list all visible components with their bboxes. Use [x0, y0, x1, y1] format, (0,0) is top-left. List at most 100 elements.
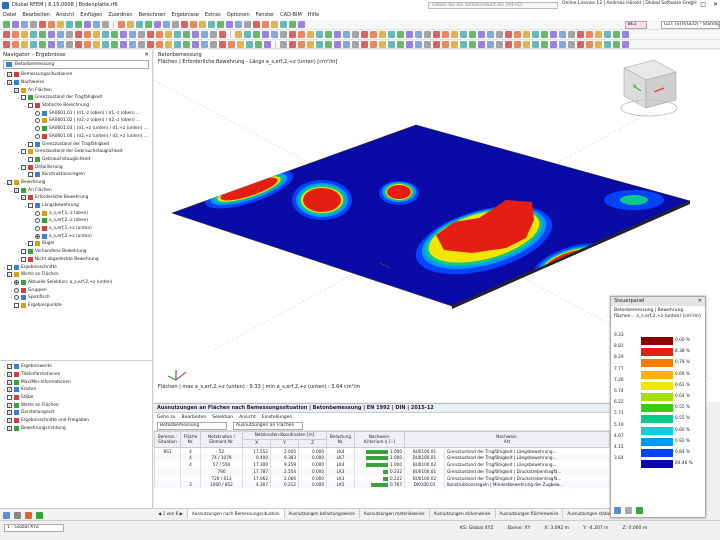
nav-tree-item[interactable]: › Grenzzustand der Tragfähigkeit: [0, 140, 153, 148]
toolbar-button-icon[interactable]: [406, 40, 413, 48]
display-option-checkbox[interactable]: [7, 395, 12, 401]
toolbar-button-icon[interactable]: [541, 31, 548, 38]
toolbar-button-icon[interactable]: [255, 40, 262, 48]
toolbar-button-icon[interactable]: [559, 31, 566, 38]
display-option-item[interactable]: › ✓ Knoten: [0, 386, 153, 394]
toolbar-button-icon[interactable]: [201, 31, 208, 38]
toolbar-button-icon[interactable]: [460, 31, 467, 38]
toolbar-button-icon[interactable]: [111, 31, 118, 38]
toolbar-button-icon[interactable]: [117, 21, 125, 28]
toolbar-button-icon[interactable]: [234, 21, 242, 28]
toolbar-button-icon[interactable]: [514, 31, 521, 38]
close-icon[interactable]: ✕: [713, 1, 718, 8]
navigator-close-icon[interactable]: ✕: [144, 52, 149, 58]
toolbar-button-icon[interactable]: [577, 31, 584, 38]
results-type-combo[interactable]: Ausnutzungen an Flächen: [233, 421, 303, 430]
toolbar-button-icon[interactable]: [505, 31, 512, 38]
nav-tree-item[interactable]: ⌄ ✓ Werte an Flächen: [0, 271, 153, 279]
nav-checkbox[interactable]: [21, 95, 26, 101]
toolbar-button-icon[interactable]: [30, 31, 37, 38]
toolbar-button-icon[interactable]: [307, 31, 314, 38]
nav-radio[interactable]: [14, 279, 19, 285]
toolbar-button-icon[interactable]: [280, 31, 287, 38]
toolbar-button-icon[interactable]: [219, 31, 226, 38]
nav-checkbox[interactable]: [21, 256, 26, 262]
results-tab-icon[interactable]: [36, 512, 43, 519]
toolbar-button-icon[interactable]: [48, 21, 55, 28]
toolbar-button-icon[interactable]: [66, 31, 73, 38]
toolbar-button-icon[interactable]: [604, 31, 611, 38]
toolbar-button-icon[interactable]: [442, 31, 449, 38]
toolbar-button-icon[interactable]: [57, 40, 64, 48]
toolbar-button-icon[interactable]: [84, 40, 91, 48]
menu-ergebnisse[interactable]: Ergebnisse: [171, 12, 198, 18]
nav-radio[interactable]: [35, 226, 40, 232]
toolbar-button-icon[interactable]: [144, 21, 152, 28]
nav-tree-item[interactable]: › Gebrauchstauglichkeit: [0, 156, 153, 164]
nav-checkbox[interactable]: [21, 149, 26, 155]
nav-tree-item[interactable]: › Vorhandene Bewehrung: [0, 248, 153, 256]
toolbar-button-icon[interactable]: [568, 31, 575, 38]
toolbar-button-icon[interactable]: [183, 40, 190, 48]
toolbar-button-icon[interactable]: [622, 31, 629, 38]
toolbar-button-icon[interactable]: [261, 21, 269, 28]
toolbar-button-icon[interactable]: [210, 40, 217, 48]
toolbar-button-icon[interactable]: [271, 31, 278, 38]
toolbar-button-icon[interactable]: [469, 31, 476, 38]
nav-tree-item[interactable]: › Nicht abgedeckte Bewehrung: [0, 256, 153, 264]
toolbar-button-icon[interactable]: [577, 40, 584, 48]
toolbar-button-icon[interactable]: [129, 40, 136, 48]
nav-tree-item[interactable]: ⌄ Detaillierung: [0, 163, 153, 171]
toolbar-button-icon[interactable]: [165, 40, 172, 48]
toolbar-button-icon[interactable]: [216, 21, 224, 28]
toolbar-button-icon[interactable]: [280, 40, 287, 48]
toolbar-button-icon[interactable]: [496, 31, 503, 38]
toolbar-button-icon[interactable]: [174, 40, 181, 48]
toolbar-button-icon[interactable]: [352, 40, 359, 48]
data-tab-icon[interactable]: [3, 512, 10, 519]
nav-checkbox[interactable]: [14, 302, 19, 308]
toolbar-button-icon[interactable]: [415, 31, 422, 38]
toolbar-button-icon[interactable]: [30, 21, 37, 28]
toolbar-button-icon[interactable]: [120, 40, 127, 48]
nav-radio[interactable]: [35, 218, 40, 224]
toolbar-button-icon[interactable]: [604, 40, 611, 48]
toolbar-button-icon[interactable]: [3, 21, 10, 28]
nav-radio[interactable]: [14, 287, 19, 293]
toolbar-button-icon[interactable]: [460, 40, 467, 48]
toolbar-button-icon[interactable]: [505, 40, 512, 48]
nav-checkbox[interactable]: ✓: [21, 195, 26, 201]
nav-radio[interactable]: [35, 210, 40, 216]
toolbar-button-icon[interactable]: [424, 31, 431, 38]
keyword-search-input[interactable]: Geben Sie ein Schlüsselwort ein (Alt+Q): [428, 2, 558, 9]
nav-tree-item[interactable]: ⌄ ✓ An Flächen: [0, 86, 153, 94]
menu-bearbeiten[interactable]: Bearbeiten: [22, 12, 49, 18]
toolbar-button-icon[interactable]: [595, 31, 602, 38]
display-option-checkbox[interactable]: ✓: [7, 402, 12, 408]
toolbar-button-icon[interactable]: [180, 21, 188, 28]
toolbar-button-icon[interactable]: [496, 40, 503, 48]
minimize-icon[interactable]: –: [690, 1, 693, 8]
toolbar-button-icon[interactable]: [343, 31, 350, 38]
toolbar-button-icon[interactable]: [424, 40, 431, 48]
table-row[interactable]: 3 1000 / 852 4.307 0.212 0.000 LK5 0.767 DI0100…: [154, 481, 610, 489]
results-menu-selection[interactable]: Selektion: [212, 415, 233, 420]
display-option-item[interactable]: › ✓ Max/Min-Informationen: [0, 378, 153, 386]
toolbar-button-icon[interactable]: [433, 40, 440, 48]
toolbar-button-icon[interactable]: [162, 21, 170, 28]
toolbar-button-icon[interactable]: [613, 40, 620, 48]
nav-tree-item[interactable]: › Ergebnisschnitte: [0, 263, 153, 271]
tab-by-material[interactable]: Ausnutzungen materialweise: [360, 509, 430, 518]
toolbar-button-icon[interactable]: [279, 21, 287, 28]
toolbar-button-icon[interactable]: [397, 31, 404, 38]
toolbar-button-icon[interactable]: [415, 40, 422, 48]
nav-tree-item[interactable]: SA0601.04 | (σ2,+z (unten) / σ2,+z (unte…: [0, 133, 153, 141]
tab-by-loading[interactable]: Ausnutzungen belastungsweise: [285, 509, 360, 518]
toolbar-button-icon[interactable]: [388, 31, 395, 38]
display-option-checkbox[interactable]: ✓: [7, 372, 12, 378]
nav-radio[interactable]: [35, 233, 40, 239]
toolbar-button-icon[interactable]: [207, 21, 215, 28]
results-menu-settings[interactable]: Einstellungen: [262, 415, 293, 420]
toolbar-button-icon[interactable]: [406, 31, 413, 38]
legend-tab-icon[interactable]: [614, 507, 621, 514]
